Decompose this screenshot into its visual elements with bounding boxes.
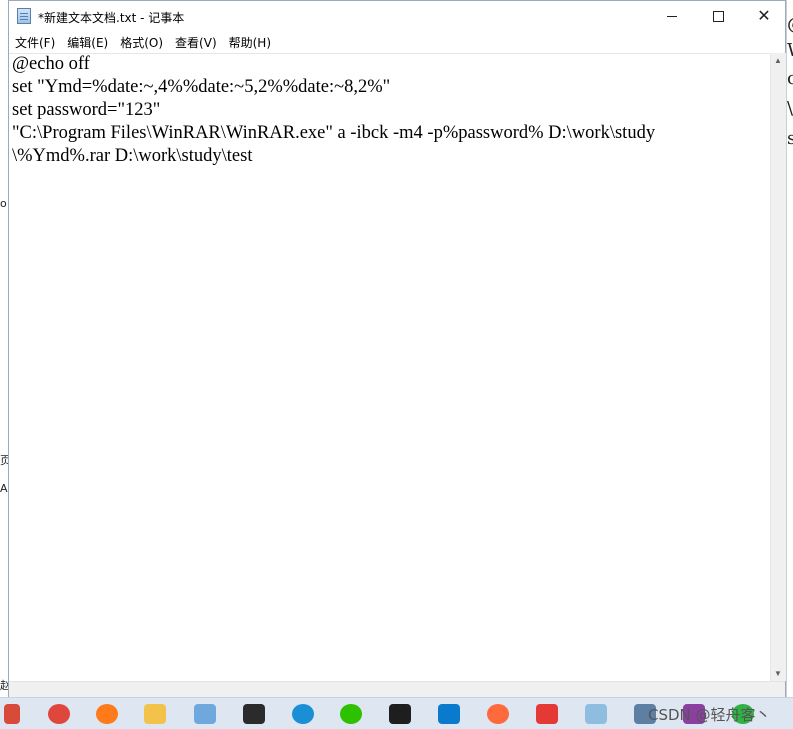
minimize-icon <box>667 15 677 17</box>
title-bar[interactable]: *新建文本文档.txt - 记事本 ✕ <box>9 1 785 31</box>
vertical-scrollbar[interactable]: ▲ ▼ <box>770 53 786 681</box>
background-text-fragment: @ <box>787 14 793 35</box>
notepad-window: *新建文本文档.txt - 记事本 ✕ 文件(F) 编辑(E) 格式(O) 查看… <box>8 0 786 697</box>
background-text-fragment: \ <box>787 98 793 119</box>
text-editor-area[interactable]: @echo off set "Ymd=%date:~,4%%date:~5,2%… <box>9 53 770 681</box>
close-icon: ✕ <box>757 6 771 25</box>
vscode-icon[interactable] <box>438 704 460 724</box>
laptop-app-icon[interactable] <box>194 704 216 724</box>
editor-line: set "Ymd=%date:~,4%%date:~5,2%%date:~8,2… <box>12 77 391 97</box>
maximize-icon <box>712 10 724 22</box>
snipping-tool-icon[interactable] <box>48 704 70 724</box>
menu-edit[interactable]: 编辑(E) <box>61 34 114 51</box>
sticky-app-icon[interactable] <box>243 704 265 724</box>
background-text-fragment: W <box>787 40 793 61</box>
close-button[interactable]: ✕ <box>741 1 787 31</box>
scroll-up-icon[interactable]: ▲ <box>774 56 782 65</box>
watermark-text: CSDN @轻舟客丶 <box>648 706 771 724</box>
browser-feather-icon[interactable] <box>487 704 509 724</box>
menu-bar: 文件(F) 编辑(E) 格式(O) 查看(V) 帮助(H) <box>9 31 785 53</box>
maximize-button[interactable] <box>695 1 741 31</box>
editor-line: @echo off <box>12 54 90 74</box>
wechat-icon[interactable] <box>340 704 362 724</box>
window-title: *新建文本文档.txt - 记事本 <box>38 11 185 25</box>
background-text-fragment: s <box>787 128 793 149</box>
pinned-app-icon[interactable] <box>4 704 20 724</box>
background-text-fragment: A <box>0 482 8 495</box>
editor-line: set password="123" <box>12 100 161 120</box>
wps-icon[interactable] <box>536 704 558 724</box>
menu-view[interactable]: 查看(V) <box>169 34 223 51</box>
editor-line: "C:\Program Files\WinRAR\WinRAR.exe" a -… <box>12 123 656 143</box>
scroll-down-icon[interactable]: ▼ <box>774 669 782 678</box>
edge-icon[interactable] <box>292 704 314 724</box>
notepad-icon[interactable] <box>585 704 607 724</box>
notepad-app-icon[interactable] <box>17 8 31 24</box>
background-window-right: @ W cl \ s <box>786 0 793 697</box>
menu-help[interactable]: 帮助(H) <box>223 34 277 51</box>
menu-file[interactable]: 文件(F) <box>9 34 61 51</box>
editor-line: \%Ymd%.rar D:\work\study\test <box>12 146 253 166</box>
background-text-fragment: cl <box>787 68 793 89</box>
bottom-bar <box>9 681 785 697</box>
menu-format[interactable]: 格式(O) <box>114 34 169 51</box>
minimize-button[interactable] <box>649 1 695 31</box>
taskbar: CSDN @轻舟客丶 <box>0 697 793 729</box>
background-text-fragment: o <box>0 197 7 210</box>
file-explorer-icon[interactable] <box>144 704 166 724</box>
firefox-icon[interactable] <box>96 704 118 724</box>
jetbrains-icon[interactable] <box>389 704 411 724</box>
